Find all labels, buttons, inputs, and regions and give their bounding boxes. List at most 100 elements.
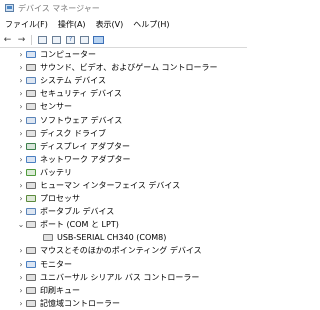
- tree-item-label: ソフトウェア デバイス: [40, 115, 123, 125]
- action-pane-button[interactable]: [78, 34, 91, 45]
- tree-item-label: USB-SERIAL CH340 (COM8): [57, 233, 167, 243]
- scan-hardware-button[interactable]: [92, 34, 105, 45]
- help-button[interactable]: ?: [64, 34, 77, 45]
- tree-item[interactable]: ⌄ ポート (COM と LPT): [0, 218, 247, 231]
- computer-icon: [25, 50, 36, 59]
- sensor-icon: [25, 102, 36, 111]
- usb-controller-icon: [25, 273, 36, 282]
- toolbar-separator: [31, 34, 32, 45]
- system-device-icon: [25, 76, 36, 85]
- monitor-icon: [25, 260, 36, 269]
- show-hide-tree-button[interactable]: [36, 34, 49, 45]
- menu-bar: ファイル(F) 操作(A) 表示(V) ヘルプ(H): [0, 16, 247, 32]
- tree-item[interactable]: › ディスプレイ アダプター: [0, 140, 247, 153]
- chevron-right-icon[interactable]: ›: [17, 194, 25, 203]
- disk-drive-icon: [25, 129, 36, 138]
- tree-item-label: 印刷キュー: [40, 285, 80, 295]
- port-icon: [25, 220, 36, 229]
- tree-item-label: コンピューター: [40, 50, 96, 60]
- tree-item[interactable]: USB-SERIAL CH340 (COM8): [0, 231, 247, 244]
- battery-icon: [25, 168, 36, 177]
- tree-item[interactable]: › マウスとそのほかのポインティング デバイス: [0, 244, 247, 257]
- tree-item[interactable]: › セキュリティ デバイス: [0, 87, 247, 100]
- tree-item-label: ポータブル デバイス: [40, 207, 115, 217]
- tree-item-label: バッテリ: [40, 167, 72, 177]
- properties-icon: [52, 35, 61, 44]
- back-arrow-icon[interactable]: ←: [1, 34, 14, 45]
- tree-item[interactable]: › ユニバーサル シリアル バス コントローラー: [0, 271, 247, 284]
- serial-port-icon: [42, 233, 53, 242]
- chevron-right-icon[interactable]: ›: [17, 299, 25, 308]
- chevron-right-icon[interactable]: ›: [17, 260, 25, 269]
- portable-device-icon: [25, 207, 36, 216]
- tree-item[interactable]: › サウンド、ビデオ、およびゲーム コントローラー: [0, 61, 247, 74]
- tree-item[interactable]: › モニター: [0, 258, 247, 271]
- menu-help[interactable]: ヘルプ(H): [128, 19, 174, 30]
- chevron-right-icon[interactable]: ›: [17, 168, 25, 177]
- tree-item[interactable]: › コンピューター: [0, 48, 247, 61]
- tree-item[interactable]: › 記憶域コントローラー: [0, 297, 247, 310]
- tree-item[interactable]: › センサー: [0, 100, 247, 113]
- forward-arrow-icon[interactable]: →: [15, 34, 28, 45]
- tree-item-label: ネットワーク アダプター: [40, 154, 131, 164]
- chevron-right-icon[interactable]: ›: [17, 89, 25, 98]
- tree-item-label: ディスク ドライブ: [40, 128, 106, 138]
- chevron-right-icon[interactable]: ›: [17, 142, 25, 151]
- tree-item-label: センサー: [40, 102, 72, 112]
- chevron-right-icon[interactable]: ›: [17, 116, 25, 125]
- chevron-right-icon[interactable]: ›: [17, 273, 25, 282]
- mouse-icon: [25, 246, 36, 255]
- chevron-right-icon[interactable]: ›: [17, 246, 25, 255]
- tree-item-label: モニター: [40, 259, 72, 269]
- device-tree: › コンピューター › サウンド、ビデオ、およびゲーム コントローラー › システム デバ…: [0, 48, 247, 310]
- tree-item-label: プロセッサ: [40, 194, 80, 204]
- tree-item[interactable]: › ヒューマン インターフェイス デバイス: [0, 179, 247, 192]
- tree-item-label: システム デバイス: [40, 76, 107, 86]
- menu-action[interactable]: 操作(A): [53, 19, 91, 30]
- toolbar: ← → ?: [0, 32, 247, 48]
- display-adapter-icon: [25, 142, 36, 151]
- chevron-right-icon[interactable]: ›: [17, 155, 25, 164]
- monitor-scan-icon: [93, 35, 104, 44]
- tree-item-label: サウンド、ビデオ、およびゲーム コントローラー: [40, 63, 218, 73]
- security-device-icon: [25, 89, 36, 98]
- chevron-right-icon[interactable]: ›: [17, 207, 25, 216]
- chevron-right-icon[interactable]: ›: [17, 286, 25, 295]
- tree-item[interactable]: › システム デバイス: [0, 74, 247, 87]
- tree-item-label: ディスプレイ アダプター: [40, 141, 130, 151]
- chevron-right-icon[interactable]: ›: [17, 50, 25, 59]
- tree-item[interactable]: › プロセッサ: [0, 192, 247, 205]
- tree-item[interactable]: › バッテリ: [0, 166, 247, 179]
- chevron-down-icon[interactable]: ⌄: [17, 220, 25, 229]
- window-title: デバイス マネージャー: [18, 3, 100, 13]
- console-tree-icon: [38, 35, 47, 44]
- tree-item[interactable]: › ディスク ドライブ: [0, 127, 247, 140]
- tree-item-label: ヒューマン インターフェイス デバイス: [40, 180, 181, 190]
- chevron-right-icon[interactable]: ›: [17, 76, 25, 85]
- speaker-icon: [25, 63, 36, 72]
- chevron-right-icon[interactable]: ›: [17, 102, 25, 111]
- title-bar: デバイス マネージャー: [0, 0, 247, 16]
- tree-item-label: マウスとそのほかのポインティング デバイス: [40, 246, 202, 256]
- tree-item[interactable]: › ポータブル デバイス: [0, 205, 247, 218]
- chevron-right-icon[interactable]: ›: [17, 63, 25, 72]
- network-adapter-icon: [25, 155, 36, 164]
- storage-controller-icon: [25, 299, 36, 308]
- help-icon: ?: [66, 35, 75, 44]
- tree-item-label: 記憶域コントローラー: [40, 298, 120, 308]
- print-queue-icon: [25, 286, 36, 295]
- tree-item[interactable]: › 印刷キュー: [0, 284, 247, 297]
- processor-icon: [25, 194, 36, 203]
- properties-button[interactable]: [50, 34, 63, 45]
- tree-item-label: ユニバーサル シリアル バス コントローラー: [40, 272, 200, 282]
- tree-item-label: セキュリティ デバイス: [40, 89, 122, 99]
- tree-item[interactable]: › ソフトウェア デバイス: [0, 113, 247, 126]
- hid-icon: [25, 181, 36, 190]
- chevron-right-icon[interactable]: ›: [17, 129, 25, 138]
- menu-view[interactable]: 表示(V): [91, 19, 129, 30]
- chevron-right-icon[interactable]: ›: [17, 181, 25, 190]
- action-pane-icon: [80, 35, 89, 44]
- software-device-icon: [25, 116, 36, 125]
- menu-file[interactable]: ファイル(F): [0, 19, 53, 30]
- tree-item[interactable]: › ネットワーク アダプター: [0, 153, 247, 166]
